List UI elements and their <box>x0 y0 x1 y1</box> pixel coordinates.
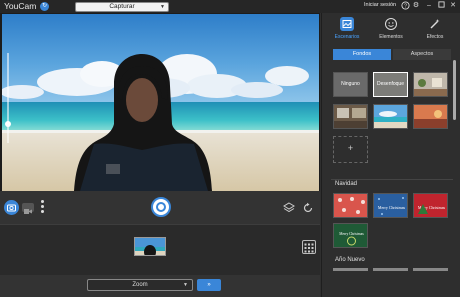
background-sunset-thumbnail[interactable] <box>413 104 448 129</box>
background-blur[interactable]: Desenfoque <box>373 72 408 97</box>
title-bar: YouCam ↻ Capturar ▼ Iniciar sesión ? ⚙ –… <box>0 0 460 13</box>
video-mode-button[interactable] <box>22 203 34 214</box>
gallery-grid-icon[interactable] <box>302 240 316 254</box>
more-options-icon[interactable] <box>41 200 45 215</box>
aperture-icon <box>156 202 166 212</box>
update-icon[interactable]: ↻ <box>40 2 49 11</box>
tab-label: Efectos <box>426 34 444 40</box>
background-subtabs: Fondos Aspectos <box>333 49 451 60</box>
capture-mode-select[interactable]: Capturar ▼ <box>75 2 169 12</box>
minimize-icon[interactable]: – <box>424 1 434 11</box>
christmas-green-thumbnail[interactable]: Merry Christmas <box>333 223 368 248</box>
tab-label: Elementos <box>379 34 403 40</box>
help-icon[interactable]: ? <box>400 1 410 11</box>
zoom-apply-button[interactable]: » <box>197 279 221 291</box>
beach-background-scene <box>2 14 319 191</box>
camera-preview[interactable] <box>2 14 319 191</box>
elements-icon <box>384 17 398 31</box>
subtab-fondos[interactable]: Fondos <box>333 49 391 60</box>
bottom-bar: Zoom ▼ » <box>0 275 320 297</box>
new-year-thumbnail-peek[interactable] <box>373 268 408 271</box>
chevron-down-icon: ▼ <box>183 282 188 288</box>
tab-escenarios[interactable]: Escenarios <box>327 17 367 45</box>
section-title-ano-nuevo: Año Nuevo <box>335 257 365 263</box>
capture-mode-value: Capturar <box>109 3 135 10</box>
login-link[interactable]: Iniciar sesión <box>364 2 396 8</box>
captured-photo-thumbnail[interactable] <box>134 237 166 256</box>
photo-mode-button[interactable] <box>4 200 19 215</box>
video-icon <box>24 209 32 214</box>
layers-icon[interactable] <box>283 201 295 213</box>
tile-label: Ninguno <box>341 81 360 87</box>
tile-label: Merry Christmas <box>378 205 406 210</box>
tab-efectos[interactable]: Efectos <box>415 17 455 45</box>
zoom-slider-handle[interactable] <box>5 121 11 127</box>
zoom-select-value: Zoom <box>132 282 148 288</box>
magic-wand-icon <box>428 17 442 31</box>
new-year-thumbnail-peek[interactable] <box>333 268 368 271</box>
effects-panel: Escenarios Elementos Efectos Fondos Aspe… <box>321 13 460 297</box>
captured-media-strip <box>0 224 320 275</box>
svg-text:?: ? <box>404 3 407 9</box>
zoom-slider-track[interactable] <box>7 53 9 143</box>
background-none[interactable]: Ninguno <box>333 72 368 97</box>
app-logo: YouCam <box>4 1 37 11</box>
chevron-down-icon: ▼ <box>160 4 165 10</box>
shutter-button[interactable] <box>151 197 171 217</box>
tab-label: Escenarios <box>334 34 360 40</box>
panel-scrollbar[interactable] <box>453 60 456 120</box>
plus-icon: + <box>347 143 354 153</box>
section-divider <box>331 179 453 180</box>
add-background-button[interactable]: + <box>333 136 368 163</box>
new-year-thumbnail-peek[interactable] <box>413 268 448 271</box>
camera-icon <box>7 204 16 212</box>
maximize-icon[interactable] <box>436 1 446 11</box>
zoom-select[interactable]: Zoom ▼ <box>87 279 193 291</box>
tile-label: Merry Christmas <box>339 232 364 236</box>
background-office-thumbnail[interactable] <box>333 104 368 129</box>
christmas-red-thumbnail[interactable]: Merry Christmas <box>413 193 448 218</box>
background-beach-thumbnail[interactable] <box>373 104 408 129</box>
tab-elementos[interactable]: Elementos <box>371 17 411 45</box>
settings-gear-icon[interactable]: ⚙ <box>411 1 421 11</box>
rotate-icon[interactable] <box>302 201 314 213</box>
christmas-blue-thumbnail[interactable]: Merry Christmas <box>373 193 408 218</box>
capture-control-bar <box>0 191 320 224</box>
section-title-navidad: Navidad <box>335 181 358 187</box>
close-icon[interactable]: ✕ <box>448 1 458 11</box>
youcam-window: YouCam ↻ Capturar ▼ Iniciar sesión ? ⚙ –… <box>0 0 460 297</box>
subtab-aspectos[interactable]: Aspectos <box>393 49 451 60</box>
christmas-pattern-thumbnail[interactable] <box>333 193 368 218</box>
scene-icon <box>340 17 354 31</box>
background-room-thumbnail[interactable] <box>413 72 448 97</box>
tile-label: Desenfoque <box>377 81 404 87</box>
camera-area <box>0 13 320 191</box>
